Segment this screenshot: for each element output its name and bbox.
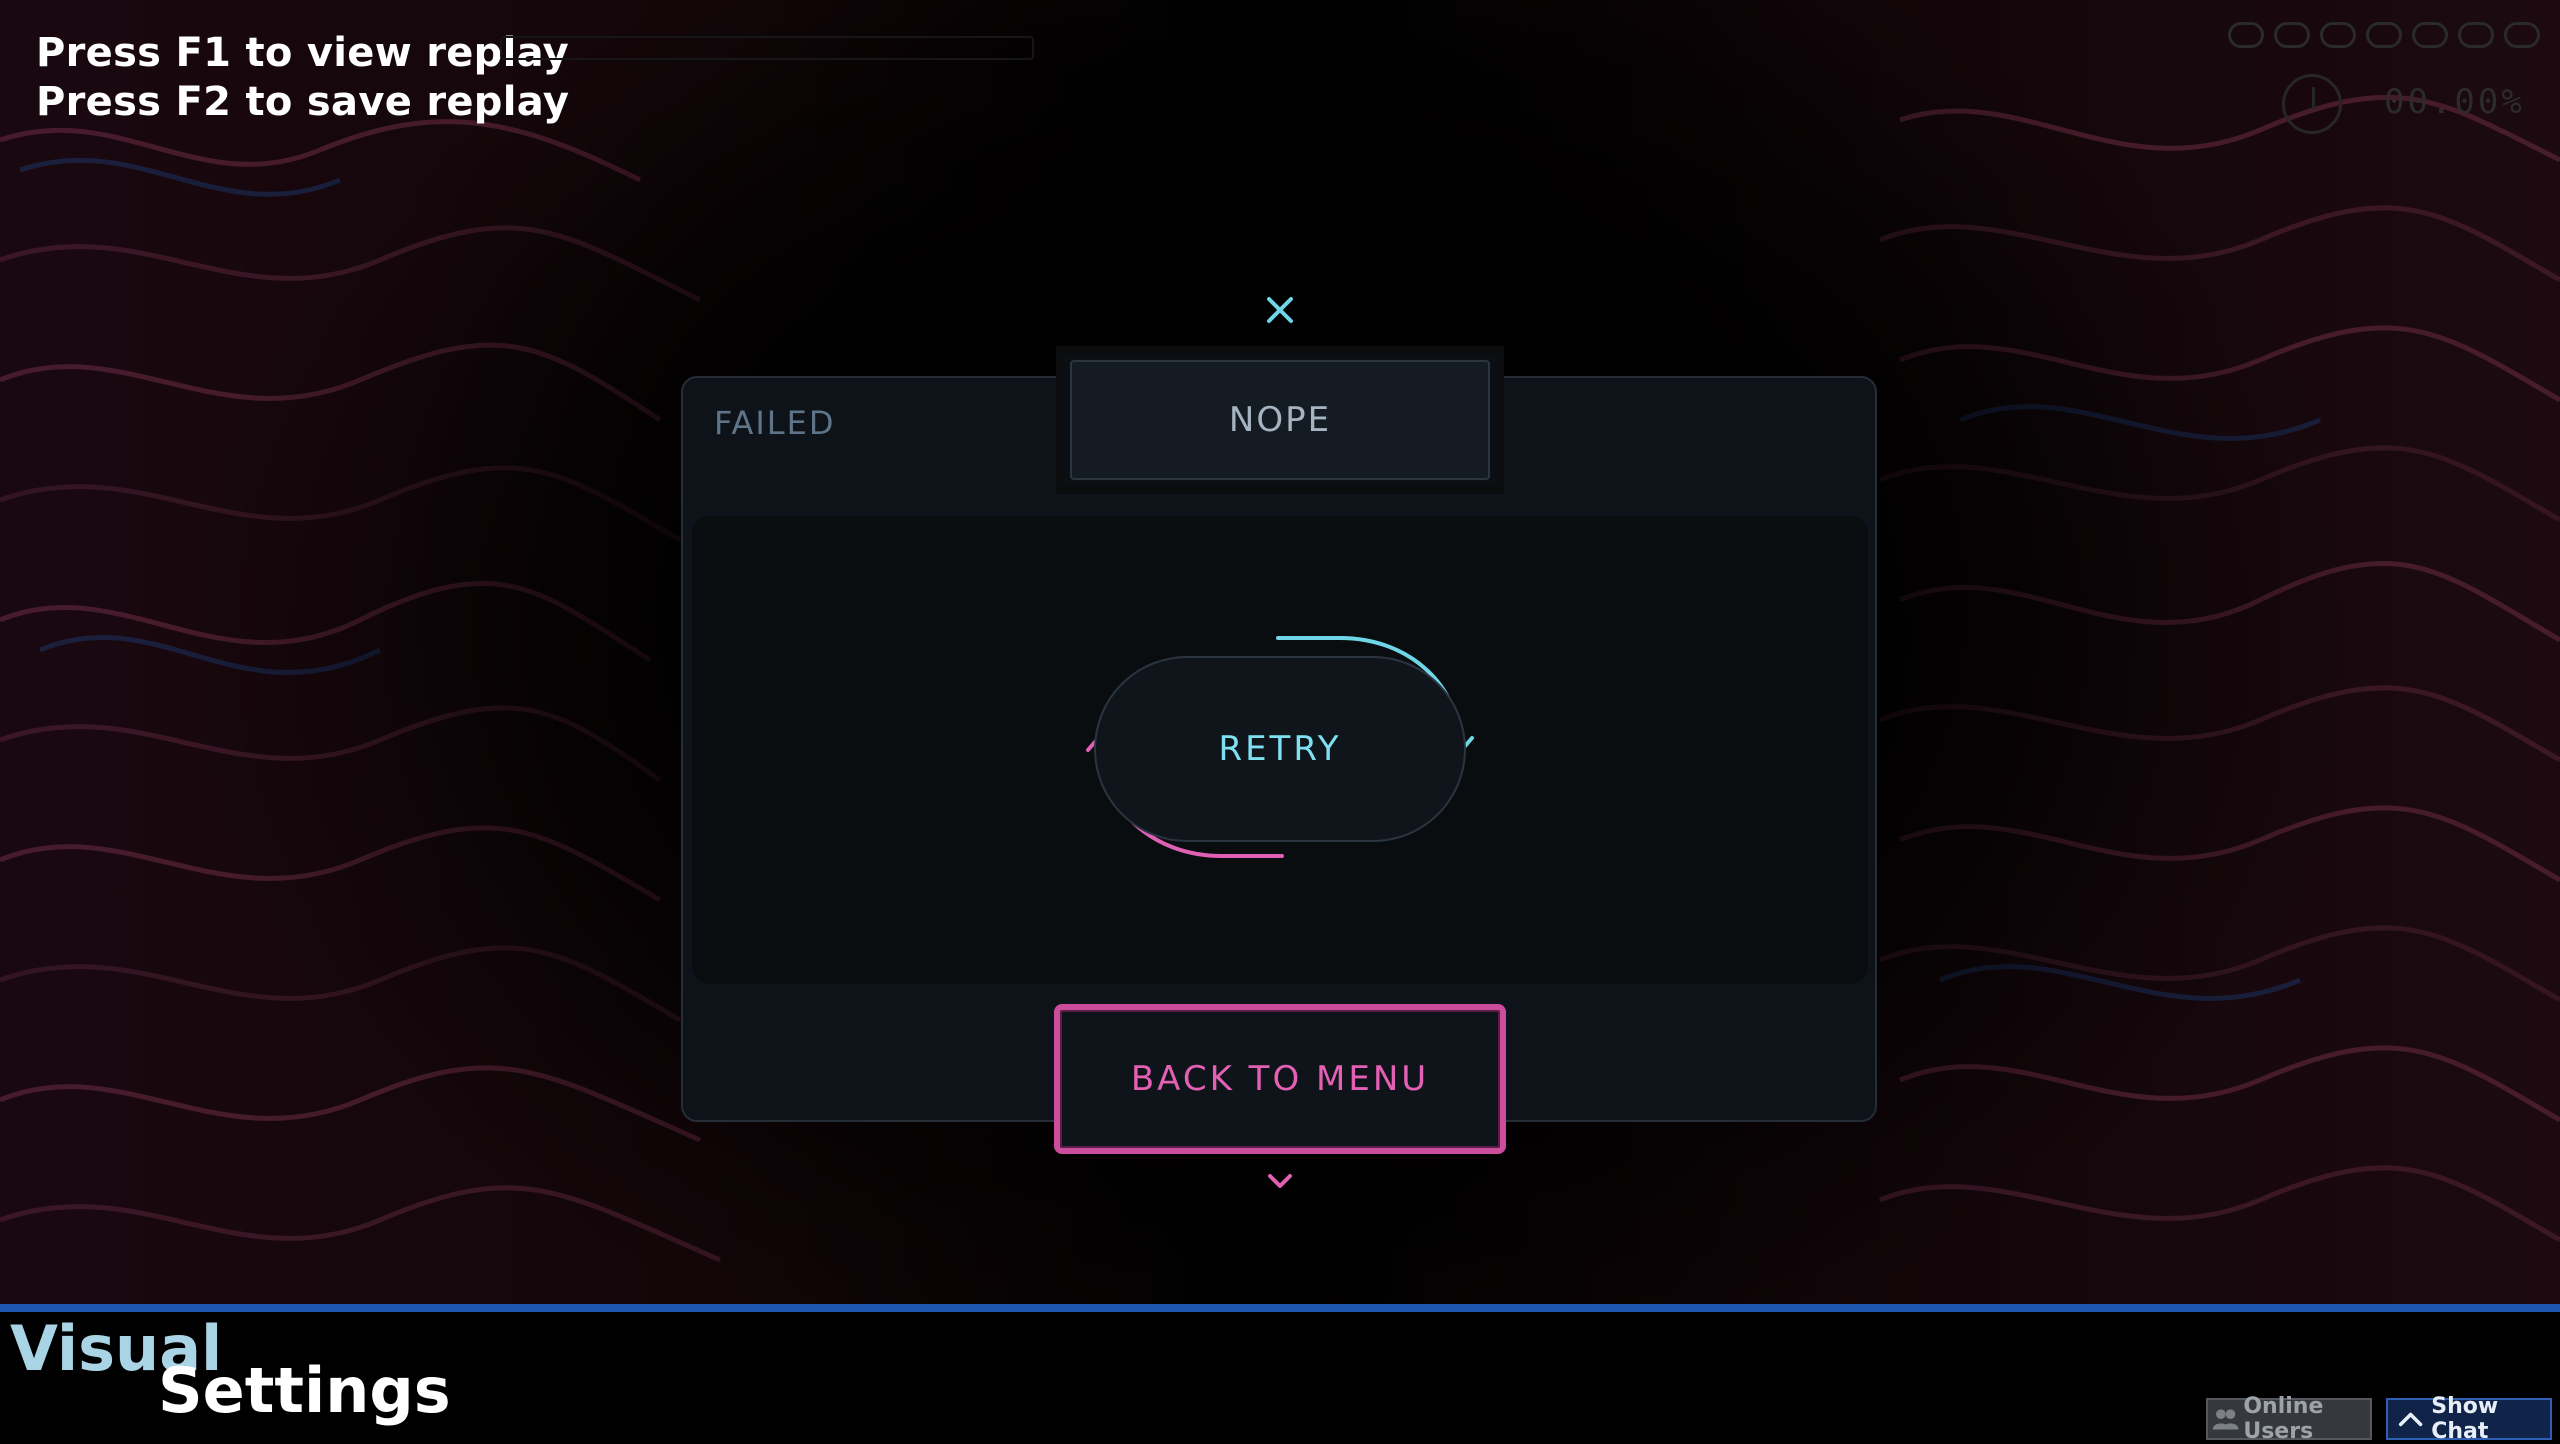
replay-save-hint: Press F2 to save replay — [36, 79, 570, 125]
show-chat-label: Show Chat — [2431, 1394, 2499, 1444]
hud-dot — [2504, 22, 2540, 48]
back-to-menu-button[interactable]: BACK TO MENU — [1054, 1004, 1506, 1154]
chevron-down-icon[interactable] — [1264, 1170, 1296, 1194]
retry-button[interactable]: RETRY — [1094, 656, 1466, 842]
hud-dot — [2320, 22, 2356, 48]
clock-icon — [2282, 74, 2342, 134]
nope-button[interactable]: NOPE — [1056, 346, 1504, 494]
hud-dot — [2366, 22, 2402, 48]
close-icon-glyph — [1267, 297, 1293, 323]
replay-view-hint: Press F1 to view replay — [36, 30, 570, 76]
brand-title-bottom: Settings — [158, 1354, 451, 1427]
online-users-label: Online Users — [2243, 1394, 2324, 1444]
panel-title: FAILED — [714, 404, 836, 442]
users-icon — [2212, 1409, 2239, 1430]
close-icon[interactable] — [1262, 292, 1298, 328]
chevron-down-glyph — [1268, 1174, 1292, 1188]
show-chat-button[interactable]: Show Chat — [2386, 1394, 2552, 1444]
hud-dot — [2274, 22, 2310, 48]
nope-button-label: NOPE — [1070, 360, 1490, 480]
footer-accent-line — [0, 1304, 2560, 1312]
accuracy-readout: 00.00% — [2384, 82, 2525, 122]
progress-track — [500, 36, 1034, 60]
hud-dot — [2228, 22, 2264, 48]
hud-dot — [2412, 22, 2448, 48]
chevron-up-icon — [2398, 1412, 2423, 1427]
online-users-button[interactable]: Online Users — [2206, 1394, 2372, 1444]
hud-indicator-dots — [2228, 22, 2540, 48]
hud-dot — [2458, 22, 2494, 48]
